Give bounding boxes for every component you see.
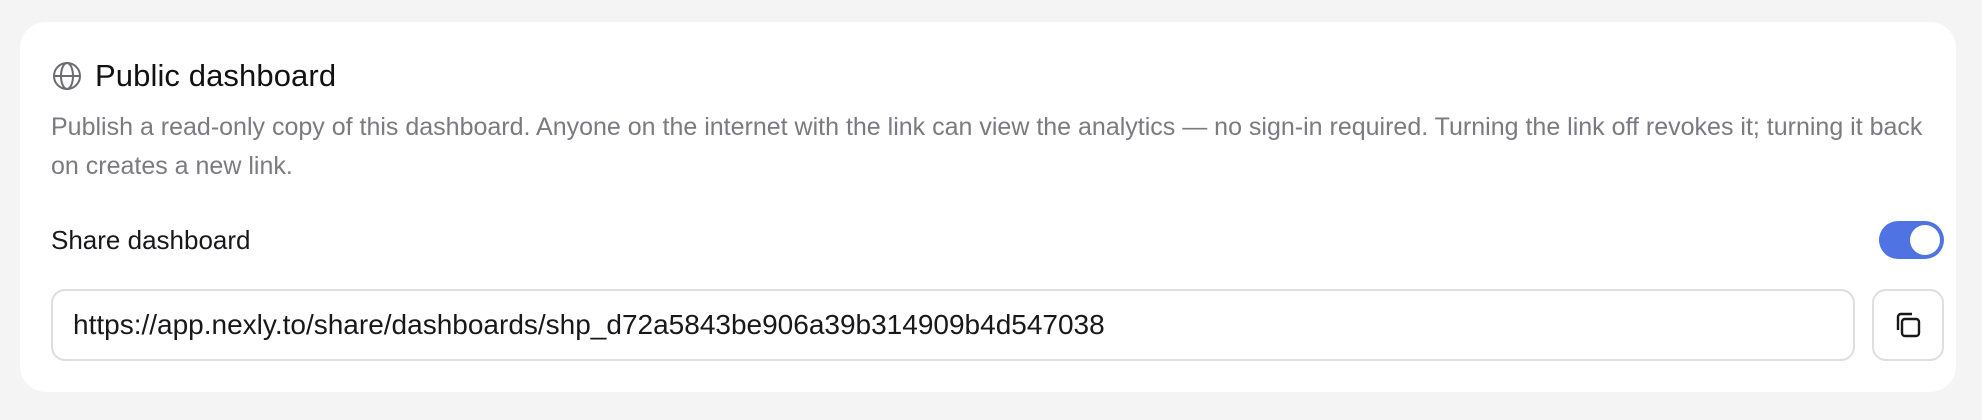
section-title: Public dashboard: [95, 58, 337, 93]
share-dashboard-row: Share dashboard: [51, 218, 1944, 262]
share-link-row: https://app.nexly.to/share/dashboards/sh…: [51, 289, 1944, 361]
section-description: Publish a read-only copy of this dashboa…: [51, 113, 1923, 180]
copy-icon: [1891, 308, 1925, 342]
share-dashboard-label: Share dashboard: [51, 224, 251, 255]
globe-icon: [51, 60, 83, 92]
share-dashboard-toggle[interactable]: [1879, 221, 1944, 259]
section-header: Public dashboard: [51, 58, 336, 94]
public-dashboard-card: Public dashboard Publish a read-only cop…: [20, 22, 1956, 392]
copy-link-button[interactable]: [1872, 289, 1944, 361]
toggle-knob: [1910, 225, 1940, 255]
share-link-field[interactable]: https://app.nexly.to/share/dashboards/sh…: [51, 289, 1855, 361]
